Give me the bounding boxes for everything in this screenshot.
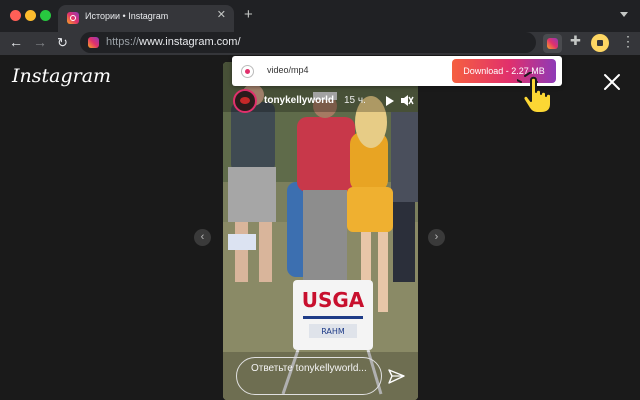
browser-toolbar: ← → ↻ https://www.instagram.com/ ✚ ⋮ xyxy=(0,32,640,55)
extensions-puzzle-icon[interactable]: ✚ xyxy=(570,34,581,47)
tab-instagram-stories[interactable]: Истории • Instagram ✕ xyxy=(58,5,234,32)
tab-strip: Истории • Instagram ✕ + xyxy=(0,0,640,32)
address-bar[interactable]: https://www.instagram.com/ xyxy=(80,32,536,53)
close-story-icon[interactable] xyxy=(603,73,621,91)
sign-name-text: RAHM xyxy=(321,327,345,336)
url-text[interactable]: https://www.instagram.com/ xyxy=(106,36,241,48)
instagram-icon xyxy=(67,12,79,24)
back-button[interactable]: ← xyxy=(9,35,23,49)
reload-button[interactable]: ↻ xyxy=(57,36,68,49)
story-video-frame: USGA RAHM xyxy=(223,62,418,400)
profile-avatar-icon[interactable] xyxy=(591,34,609,52)
hand-pointer-icon xyxy=(517,72,552,114)
maximize-window-button[interactable] xyxy=(40,10,51,21)
instagram-icon xyxy=(88,37,99,48)
reply-placeholder: Ответьте tonykellyworld... xyxy=(251,363,367,374)
file-type-label: video/mp4 xyxy=(267,65,309,75)
avatar[interactable] xyxy=(233,89,257,113)
previous-story-button[interactable]: ‹ xyxy=(194,229,211,246)
download-popup: video/mp4 Download - 2.27 MB xyxy=(232,56,562,86)
sign-brand-text: USGA xyxy=(302,288,365,312)
reply-input[interactable]: Ответьте tonykellyworld... xyxy=(236,357,382,395)
close-window-button[interactable] xyxy=(10,10,21,21)
tab-search-chevron-icon[interactable] xyxy=(620,12,628,17)
story-timestamp: 15 ч. xyxy=(344,95,366,106)
story-header: tonykellyworld 15 ч. ••• xyxy=(233,89,414,113)
minimize-window-button[interactable] xyxy=(25,10,36,21)
instagram-logo[interactable]: Instagram xyxy=(12,65,111,87)
mute-icon[interactable] xyxy=(400,94,414,107)
browser-menu-icon[interactable]: ⋮ xyxy=(621,34,635,48)
new-tab-button[interactable]: + xyxy=(244,7,253,22)
forward-button[interactable]: → xyxy=(33,35,47,49)
story-media[interactable]: USGA RAHM tonykellyworld 15 ч. • xyxy=(223,62,418,400)
close-tab-icon[interactable]: ✕ xyxy=(217,10,226,21)
next-story-button[interactable]: › xyxy=(428,229,445,246)
browser-window: Истории • Instagram ✕ + ← → ↻ https://ww… xyxy=(0,0,640,400)
send-icon[interactable] xyxy=(388,369,405,385)
instagram-icon xyxy=(241,65,254,78)
play-icon[interactable] xyxy=(386,96,394,106)
downloader-extension-icon[interactable] xyxy=(543,34,562,53)
story-username[interactable]: tonykellyworld xyxy=(264,95,334,106)
tab-title: Истории • Instagram xyxy=(85,11,169,21)
